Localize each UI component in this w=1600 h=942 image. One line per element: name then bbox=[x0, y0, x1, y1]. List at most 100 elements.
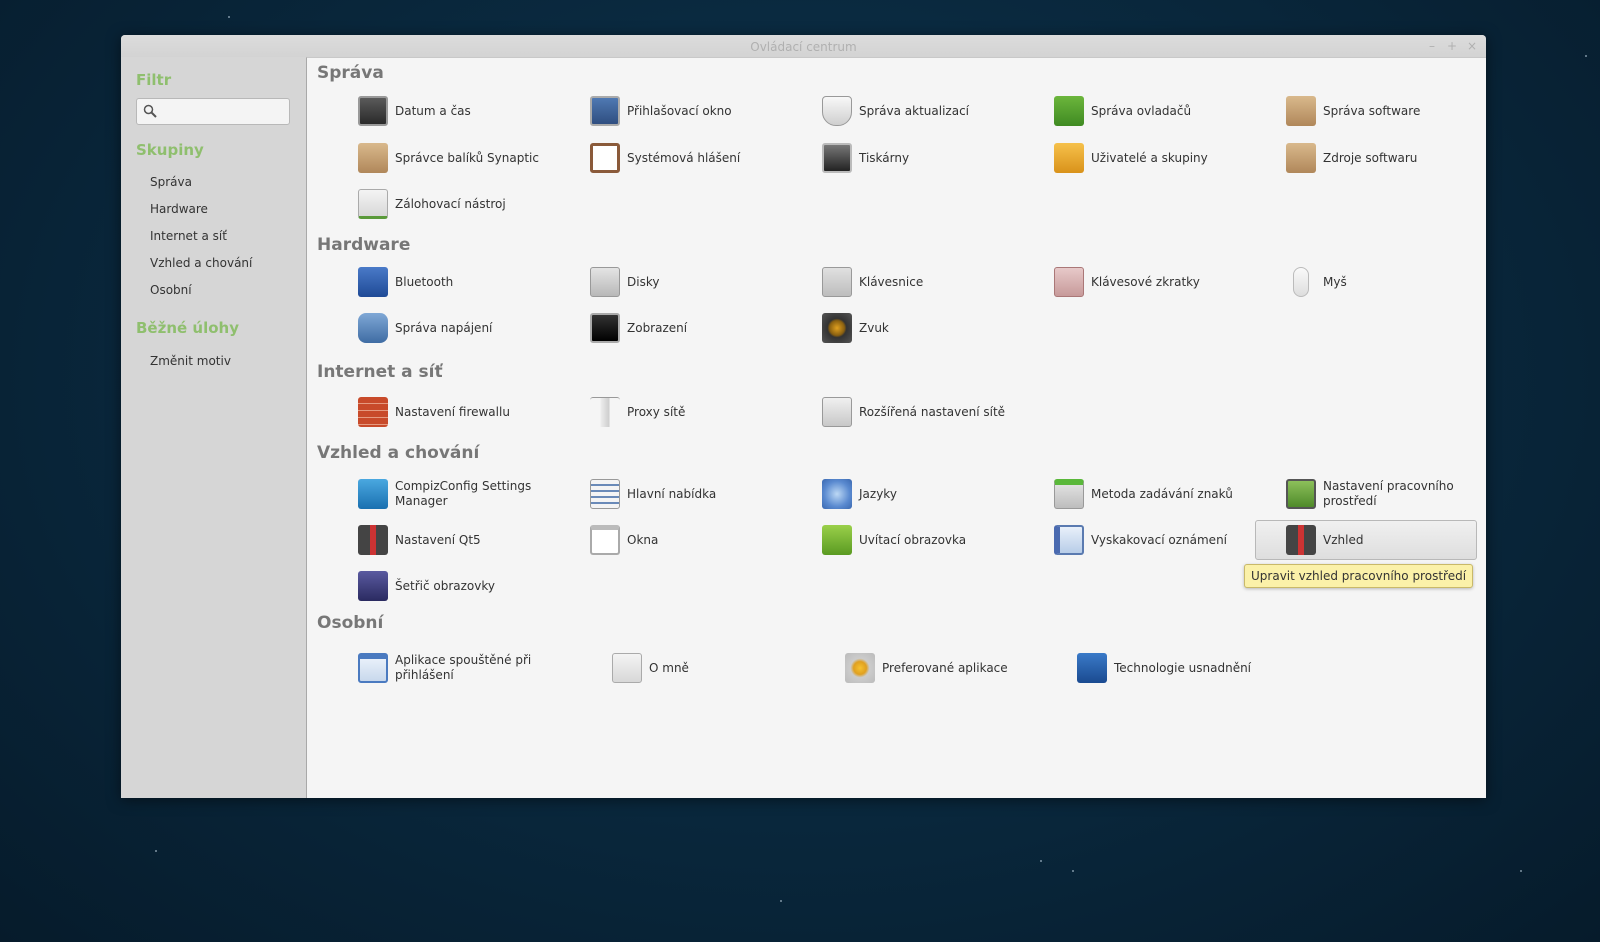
firewall-icon bbox=[358, 397, 388, 427]
section-title-internet: Internet a síť bbox=[317, 362, 443, 382]
keyboard-icon bbox=[822, 267, 852, 297]
window-icon bbox=[590, 525, 620, 555]
settings-item-nastaveni-pracovniho-prostredi[interactable]: Nastavení pracovního prostředí bbox=[1255, 474, 1477, 514]
sidebar-item-appearance[interactable]: Vzhled a chování bbox=[150, 256, 252, 270]
settings-item-label: Proxy sítě bbox=[627, 404, 686, 419]
sidebar-item-hardware[interactable]: Hardware bbox=[150, 202, 208, 216]
accessibility-icon bbox=[1077, 653, 1107, 683]
settings-item-sprava-napajeni[interactable]: Správa napájení bbox=[327, 308, 549, 348]
search-field[interactable] bbox=[136, 98, 290, 125]
section-title-hardware: Hardware bbox=[317, 235, 411, 255]
settings-item-mys[interactable]: Myš bbox=[1255, 262, 1477, 302]
network-port-icon bbox=[822, 397, 852, 427]
settings-item-bluetooth[interactable]: Bluetooth bbox=[327, 262, 549, 302]
about-me-icon bbox=[612, 653, 642, 683]
settings-item-label: CompizConfig Settings Manager bbox=[395, 479, 532, 508]
settings-item-label: Zobrazení bbox=[627, 320, 688, 335]
settings-item-label: Správa ovladačů bbox=[1091, 103, 1192, 118]
backup-icon bbox=[358, 189, 388, 219]
settings-item-klavesnice[interactable]: Klávesnice bbox=[791, 262, 1013, 302]
settings-item-okna[interactable]: Okna bbox=[559, 520, 781, 560]
settings-item-label: Tiskárny bbox=[859, 150, 910, 165]
sidebar-item-internet[interactable]: Internet a síť bbox=[150, 229, 227, 243]
settings-item-nastaveni-qt5[interactable]: Nastavení Qt5 bbox=[327, 520, 549, 560]
settings-item-rozsirena-nastaveni-site[interactable]: Rozšířená nastavení sítě bbox=[791, 392, 1013, 432]
settings-item-label: Metoda zadávání znaků bbox=[1091, 486, 1233, 501]
menu-editor-icon bbox=[590, 479, 620, 509]
settings-item-nastaveni-firewallu[interactable]: Nastavení firewallu bbox=[327, 392, 549, 432]
settings-item-label: Zvuk bbox=[859, 320, 889, 335]
settings-item-label: Bluetooth bbox=[395, 274, 454, 289]
settings-item-o-mne[interactable]: O mně bbox=[581, 648, 803, 688]
close-button[interactable]: × bbox=[1463, 35, 1481, 57]
settings-item-label: Rozšířená nastavení sítě bbox=[859, 404, 1006, 419]
settings-item-zdroje-softwaru[interactable]: Zdroje softwaru bbox=[1255, 138, 1477, 178]
settings-item-technologie-usnadneni[interactable]: Technologie usnadnění bbox=[1046, 648, 1268, 688]
display-icon bbox=[590, 313, 620, 343]
search-input[interactable] bbox=[161, 103, 287, 119]
settings-item-klavesove-zkratky[interactable]: Klávesové zkratky bbox=[1023, 262, 1245, 302]
settings-item-vyskakovaci-oznameni[interactable]: Vyskakovací oznámení bbox=[1023, 520, 1245, 560]
login-window-icon bbox=[590, 96, 620, 126]
settings-item-label: Aplikace spouštěné při přihlášení bbox=[395, 653, 532, 682]
speaker-icon bbox=[822, 313, 852, 343]
settings-item-label: Vzhled bbox=[1323, 532, 1364, 547]
sidebar-item-personal[interactable]: Osobní bbox=[150, 283, 192, 297]
notification-icon bbox=[1054, 525, 1084, 555]
suit-icon bbox=[358, 525, 388, 555]
settings-item-compizconfig-settings-manager[interactable]: CompizConfig Settings Manager bbox=[327, 474, 549, 514]
sidebar-item-sprava[interactable]: Správa bbox=[150, 175, 192, 189]
settings-item-label: Disky bbox=[627, 274, 660, 289]
suit-icon bbox=[1286, 525, 1316, 555]
settings-item-prihlasovaci-okno[interactable]: Přihlašovací okno bbox=[559, 91, 781, 131]
settings-item-zvuk[interactable]: Zvuk bbox=[791, 308, 1013, 348]
settings-item-label: Přihlašovací okno bbox=[627, 103, 732, 118]
settings-item-label: Nastavení firewallu bbox=[395, 404, 510, 419]
settings-item-systemova-hlaseni[interactable]: Systémová hlášení bbox=[559, 138, 781, 178]
settings-item-label: Správa napájení bbox=[395, 320, 493, 335]
title-bar[interactable]: Ovládací centrum – + × bbox=[121, 35, 1486, 57]
settings-item-aplikace-spoustene-pri-prihlaseni[interactable]: Aplikace spouštěné při přihlášení bbox=[327, 648, 581, 688]
settings-item-preferovane-aplikace[interactable]: Preferované aplikace bbox=[814, 648, 1036, 688]
settings-item-hlavni-nabidka[interactable]: Hlavní nabídka bbox=[559, 474, 781, 514]
settings-item-label: Uvítací obrazovka bbox=[859, 532, 967, 547]
settings-item-sprava-aktualizaci[interactable]: Správa aktualizací bbox=[791, 91, 1013, 131]
power-icon bbox=[358, 313, 388, 343]
search-icon bbox=[143, 104, 157, 118]
settings-item-sprava-software[interactable]: Správa software bbox=[1255, 91, 1477, 131]
settings-item-datum-a-cas[interactable]: Datum a čas bbox=[327, 91, 549, 131]
settings-item-zalohovaci-nastroj[interactable]: Zálohovací nástroj bbox=[327, 184, 549, 224]
disk-icon bbox=[590, 267, 620, 297]
settings-item-label: O mně bbox=[649, 660, 689, 675]
settings-item-label: Nastavení Qt5 bbox=[395, 532, 481, 547]
settings-item-zobrazeni[interactable]: Zobrazení bbox=[559, 308, 781, 348]
settings-item-metoda-zadavani-znaku[interactable]: Metoda zadávání znaků bbox=[1023, 474, 1245, 514]
mouse-icon bbox=[1293, 267, 1309, 297]
globe-icon bbox=[822, 479, 852, 509]
settings-item-sprava-ovladacu[interactable]: Správa ovladačů bbox=[1023, 91, 1245, 131]
settings-item-tiskarny[interactable]: Tiskárny bbox=[791, 138, 1013, 178]
bluetooth-icon bbox=[358, 267, 388, 297]
printer-icon bbox=[822, 143, 852, 173]
settings-item-jazyky[interactable]: Jazyky bbox=[791, 474, 1013, 514]
proxy-icon bbox=[590, 397, 620, 427]
settings-item-vzhled[interactable]: Vzhled bbox=[1255, 520, 1477, 560]
settings-item-label: Hlavní nabídka bbox=[627, 486, 717, 501]
settings-item-uzivatele-a-skupiny[interactable]: Uživatelé a skupiny bbox=[1023, 138, 1245, 178]
settings-item-label: Nastavení pracovního prostředí bbox=[1323, 479, 1454, 508]
sidebar-task-change-theme[interactable]: Změnit motiv bbox=[150, 354, 231, 368]
preferred-apps-icon bbox=[845, 653, 875, 683]
clipboard-alert-icon bbox=[590, 143, 620, 173]
settings-item-label: Uživatelé a skupiny bbox=[1091, 150, 1208, 165]
maximize-button[interactable]: + bbox=[1443, 35, 1461, 57]
clock-icon bbox=[358, 96, 388, 126]
settings-item-setric-obrazovky[interactable]: Šetřič obrazovky bbox=[327, 566, 549, 606]
settings-item-proxy-site[interactable]: Proxy sítě bbox=[559, 392, 781, 432]
keyboard-shortcuts-icon bbox=[1054, 267, 1084, 297]
settings-item-label: Technologie usnadnění bbox=[1114, 660, 1252, 675]
minimize-button[interactable]: – bbox=[1423, 35, 1441, 57]
shield-icon bbox=[822, 96, 852, 126]
settings-item-disky[interactable]: Disky bbox=[559, 262, 781, 302]
settings-item-uvitaci-obrazovka[interactable]: Uvítací obrazovka bbox=[791, 520, 1013, 560]
settings-item-spravce-baliku-synaptic[interactable]: Správce balíků Synaptic bbox=[327, 138, 549, 178]
